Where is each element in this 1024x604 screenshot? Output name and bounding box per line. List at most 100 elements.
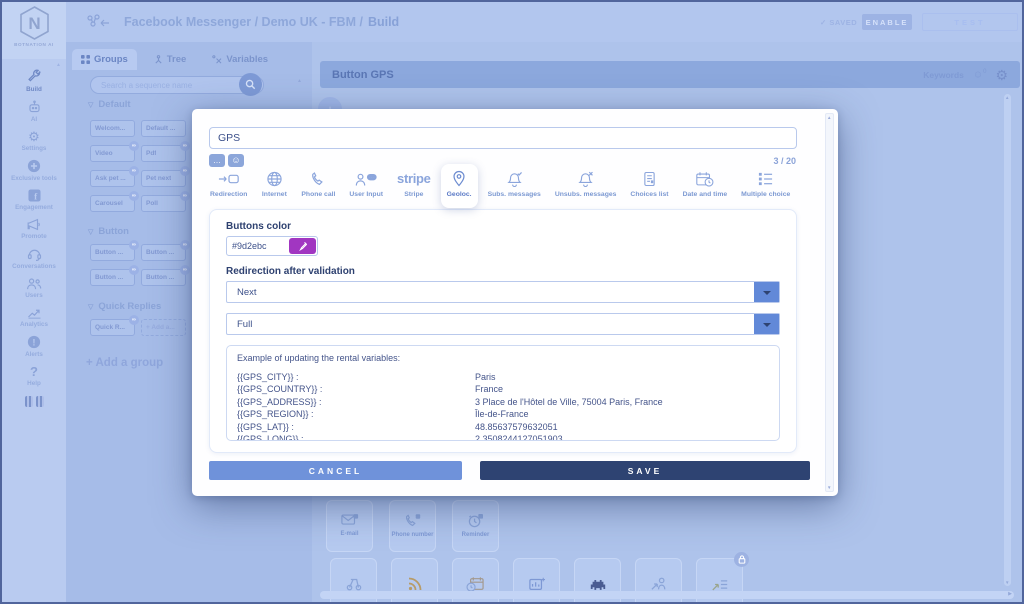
sequence-chip[interactable]: Button ... ∞ [90,265,139,286]
bell-x-icon [578,171,594,187]
tab-internet[interactable]: Internet [257,168,291,201]
cancel-button[interactable]: CANCEL [209,461,462,480]
tab-stripe[interactable]: Stripe Stripe [393,168,435,201]
tab-phone-call[interactable]: Phone call [297,168,339,201]
tab-subs-messages[interactable]: Subs. messages [484,168,545,201]
sidebar-item-analytics[interactable]: Analytics [2,306,66,328]
link-badge-icon: ∞ [129,240,139,250]
modal-scrollbar[interactable]: ▲ ▼ [825,113,834,492]
sequence-chip[interactable]: Pet next ∞ [141,166,190,187]
sidebar-item-conversations[interactable]: Conversations [2,247,66,270]
sidebar-item-promote[interactable]: Promote [2,218,66,240]
sequence-chip[interactable]: Ask pet ... ∞ [90,166,139,187]
main-horizontal-scrollbar[interactable]: ▶ [320,591,1014,599]
user-input-icon [355,173,377,186]
link-badge-icon: ∞ [129,141,139,151]
group-header-quick-replies[interactable]: ▽ Quick Replies [88,301,161,312]
enable-button[interactable]: ENABLE [862,14,912,30]
language-switcher[interactable] [24,396,44,407]
variables-icon [212,55,222,64]
tab-variables[interactable]: Variables [203,49,277,70]
group-header-default[interactable]: ▽ Default [88,99,131,110]
tab-choices-list[interactable]: Choices list [626,168,672,201]
display-mode-select[interactable]: Full [226,313,780,335]
sidebar-item-build[interactable]: Build [2,69,66,93]
keywords-button[interactable]: Keywords [923,70,964,80]
card-phone-number[interactable]: Phone number [389,500,436,552]
sequence-chip[interactable]: Pdf ∞ [141,141,190,162]
search-button[interactable] [239,73,262,96]
tab-groups[interactable]: Groups [72,49,137,70]
sequence-chip[interactable]: Poll ∞ [141,191,190,212]
search-icon [245,79,256,90]
add-group-button[interactable]: + Add a group [86,357,163,369]
automation-icon [346,578,361,591]
link-badge-icon: ∞ [129,166,139,176]
card-reminder[interactable]: Reminder [452,500,499,552]
color-picker-button[interactable] [289,238,316,254]
chart-line-icon [27,309,40,319]
breadcrumb-path[interactable]: Facebook Messenger / Demo UK - FBM / [124,15,363,29]
back-to-sequences-icon[interactable] [85,14,111,30]
group-header-button[interactable]: ▽ Button [88,226,129,237]
variables-example-box: Example of updating the rental variables… [226,345,780,441]
svg-text:N: N [28,14,40,33]
sidebar-item-help[interactable]: ? Help [2,365,66,387]
chevron-down-icon [754,282,779,302]
sidebar-item-users[interactable]: Users [2,277,66,299]
botnation-logo[interactable]: N BOTNATION AI [2,2,66,59]
sidebar-item-exclusive-tools[interactable]: Exclusive tools [2,159,66,182]
test-button[interactable]: TEST [922,13,1018,31]
grid-icon [81,55,90,64]
tab-redirection[interactable]: Redirection [206,168,251,201]
add-sequence-chip[interactable]: + Add a... [141,319,186,336]
sidebar-scroll-up-icon[interactable]: ▲ [56,62,61,68]
tab-multiple-choice[interactable]: Multiple choice [737,168,794,201]
redirection-select[interactable]: Next [226,281,780,303]
emoji-button[interactable]: ☺ [228,154,244,167]
sidebar-item-ai[interactable]: AI [2,100,66,123]
sidebar-nav: Build AI ⚙ Settings Exclusive tools f En… [2,59,66,602]
panel-scroll-up-icon[interactable]: ▲ [297,78,302,84]
link-badge-icon: ∞ [129,265,139,275]
flag-icon [35,396,44,407]
gear-icon: ⚙ [28,129,40,144]
buttons-color-input[interactable] [228,241,289,251]
tab-user-input[interactable]: User Input [345,168,387,201]
sidebar-item-settings[interactable]: ⚙ Settings [2,130,66,152]
sequence-chip[interactable]: Video ∞ [90,141,139,162]
saved-status: ✓ SAVED [820,18,858,27]
sequence-search-input[interactable] [90,76,264,94]
tab-tree[interactable]: Tree [145,49,196,70]
tab-unsubs-messages[interactable]: Unsubs. messages [551,168,621,201]
buttons-color-field [226,236,318,256]
choices-list-icon [644,171,655,187]
group-default-chips: Welcom... Default ... Video ∞ Pdf ∞ Ask … [90,120,190,212]
main-vertical-scrollbar[interactable]: ▲ ▼ [1004,94,1011,586]
plus-circle-icon [27,159,41,173]
link-badge-icon: ∞ [129,191,139,201]
tab-date-and-time[interactable]: Date and time [679,168,732,201]
breadcrumb-current: Build [367,15,400,29]
sequence-chip[interactable]: Carousel ∞ [90,191,139,212]
sequence-chip[interactable]: Button ... ∞ [141,240,190,261]
sequence-chip[interactable]: Button ... ∞ [90,240,139,261]
sidebar-item-engagement[interactable]: f Engagement [2,189,66,211]
sequence-chip[interactable]: Button ... ∞ [141,265,190,286]
sequence-chip[interactable]: Welcom... [90,120,135,137]
save-button[interactable]: SAVE [480,461,810,480]
app-window: Facebook Messenger / Demo UK - FBM / Bui… [0,0,1024,604]
sequence-header-bar: Button GPS Keywords ☺0 ⚙ [320,61,1020,88]
sequence-settings-gear-icon[interactable]: ⚙ [995,68,1008,82]
panel-tabs: Groups Tree Variables [72,49,277,70]
sidebar-item-alerts[interactable]: ! Alerts [2,335,66,358]
tab-geoloc[interactable]: Geoloc. [440,164,478,208]
sequence-chip[interactable]: Default ... [141,120,186,137]
sequence-chip[interactable]: Quick R... ∞ [90,315,139,336]
multiple-choice-icon [759,172,773,186]
sequence-name-input[interactable] [209,127,797,149]
robot-icon [28,100,40,113]
variable-row: {{GPS_ADDRESS}} :3 Place de l'Hôtel de V… [237,396,663,407]
insert-variable-button[interactable]: … [209,154,225,167]
card-email[interactable]: E-mail [326,500,373,552]
